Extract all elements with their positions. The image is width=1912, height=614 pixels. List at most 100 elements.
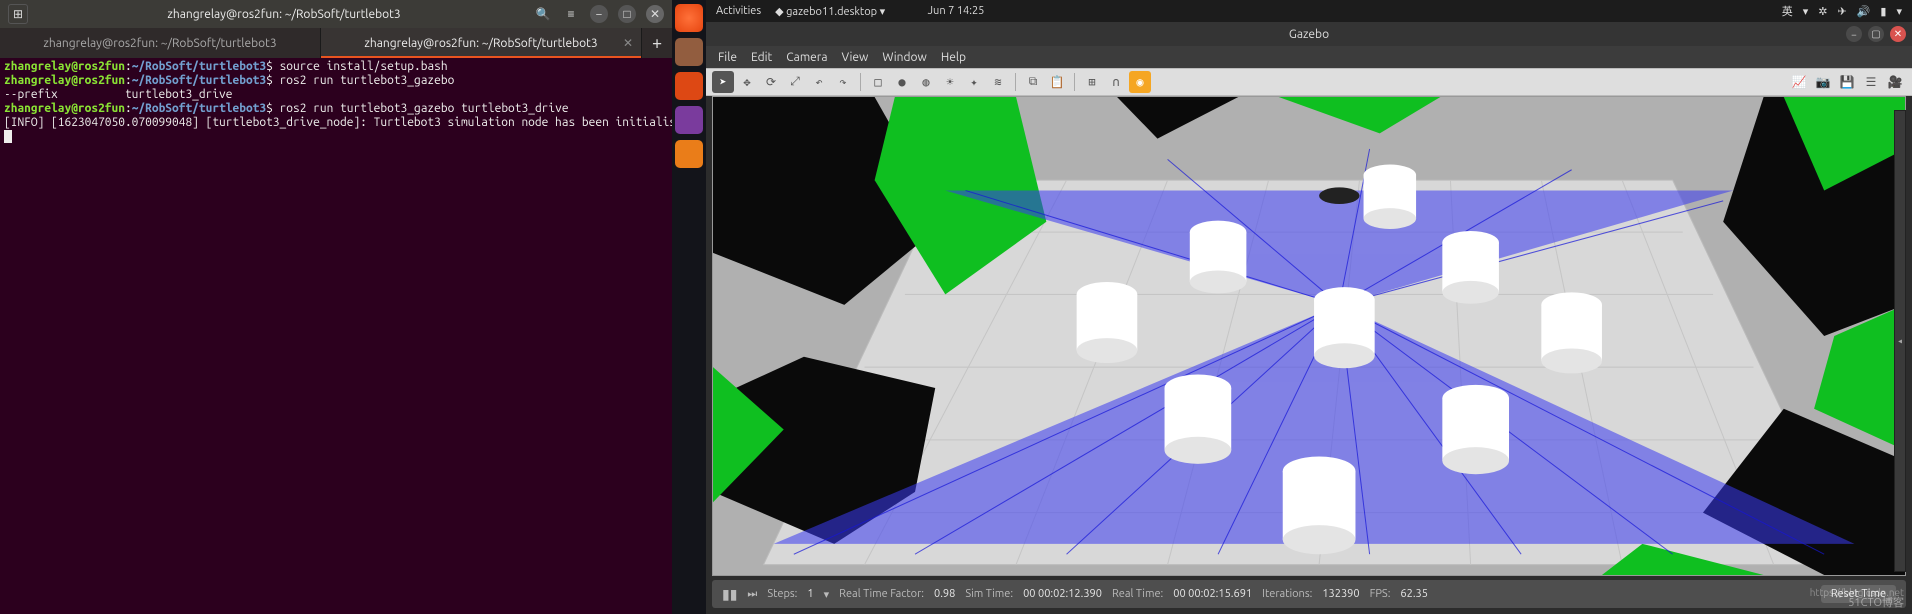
ubuntu-dock [672,0,706,614]
menu-file[interactable]: File [718,51,737,64]
close-button[interactable]: ✕ [646,5,664,23]
dock-help-icon[interactable] [675,106,703,134]
rtf-label: Real Time Factor: [839,588,924,600]
gz-maximize-button[interactable]: ▢ [1868,26,1884,42]
prompt-sep: : [125,60,132,73]
menu-caret-icon: ▾ [1803,5,1809,18]
maximize-button[interactable]: □ [618,5,636,23]
menu-edit[interactable]: Edit [751,51,772,64]
dock-files-icon[interactable] [675,38,703,66]
tool-plot-icon[interactable]: 📈 [1788,71,1810,93]
dock-firefox-icon[interactable] [675,4,703,32]
tool-redo-icon[interactable]: ↷ [832,71,854,93]
menu-view[interactable]: View [842,51,869,64]
tool-cylinder-icon[interactable]: ◍ [915,71,937,93]
completion-line: --prefix turtlebot3_drive [4,88,232,101]
tool-paste-icon[interactable]: 📋 [1046,71,1068,93]
tool-link-icon[interactable]: ∩ [1105,71,1127,93]
tool-undo-icon[interactable]: ↶ [808,71,830,93]
cursor [4,130,12,143]
power-caret-icon[interactable]: ▾ [1896,5,1902,18]
prompt-sep: : [125,74,132,87]
gz-close-button[interactable]: ✕ [1890,26,1906,42]
steps-caret-icon[interactable]: ▾ [824,588,830,601]
tool-snap-icon[interactable]: ⊞ [1081,71,1103,93]
steps-value: 1 [807,588,813,600]
minimize-button[interactable]: − [590,5,608,23]
menu-help[interactable]: Help [941,51,966,64]
add-tab-button[interactable]: + [642,28,672,58]
realtime-label: Real Time: [1112,588,1163,600]
gazebo-3d-view[interactable] [712,96,1906,576]
gazebo-title: Gazebo [1289,28,1329,41]
terminal-window: ⊞ zhangrelay@ros2fun: ~/RobSoft/turtlebo… [0,0,672,614]
prompt-path: ~/RobSoft/turtlebot3 [132,60,266,73]
menu-icon[interactable]: ≡ [562,5,580,23]
prompt-user: zhangrelay@ros2fun [4,74,125,87]
terminal-tab-1[interactable]: zhangrelay@ros2fun: ~/RobSoft/turtlebot3 [0,28,321,58]
prompt-path: ~/RobSoft/turtlebot3 [132,74,266,87]
network-icon[interactable]: ✈ [1838,5,1847,18]
app-menu[interactable]: ◆ gazebo11.desktop ▾ [775,5,885,18]
tool-translate-icon[interactable]: ✥ [736,71,758,93]
dock-amazon-icon[interactable] [675,140,703,168]
gz-minimize-button[interactable]: − [1846,26,1862,42]
dock-software-icon[interactable] [675,72,703,100]
right-panel-toggle[interactable]: ◂ [1894,110,1906,572]
activities-button[interactable]: Activities [716,5,761,17]
input-lang[interactable]: 英 [1782,3,1793,19]
output-line: [INFO] [1623047050.070099048] [turtlebot… [4,116,689,129]
tool-box-icon[interactable]: □ [867,71,889,93]
terminal-tab-2[interactable]: zhangrelay@ros2fun: ~/RobSoft/turtlebot3… [321,28,642,58]
a11y-icon[interactable]: ✲ [1818,5,1827,18]
tool-sphere-icon[interactable]: ● [891,71,913,93]
tool-scale-icon[interactable]: ⤢ [784,71,806,93]
command: ros2 run turtlebot3_gazebo turtlebot3_dr… [280,102,569,115]
pause-button[interactable]: ▮▮ [722,586,737,603]
watermark: 51CTO博客 [1848,594,1904,610]
terminal-tab-label: zhangrelay@ros2fun: ~/RobSoft/turtlebot3 [364,37,597,50]
prompt-sym: $ [266,102,273,115]
new-tab-button[interactable]: ⊞ [8,4,28,24]
steps-label: Steps: [767,588,797,600]
tool-light-dir-icon[interactable]: ≋ [987,71,1009,93]
step-button[interactable]: ⏭ [747,588,757,601]
terminal-body[interactable]: zhangrelay@ros2fun:~/RobSoft/turtlebot3$… [0,58,672,614]
tool-camera-icon[interactable]: 📷 [1812,71,1834,93]
prompt-user: zhangrelay@ros2fun [4,102,125,115]
simtime-label: Sim Time: [965,588,1013,600]
tool-light-point-icon[interactable]: ☀ [939,71,961,93]
close-tab-icon[interactable]: ✕ [623,36,633,50]
terminal-titlebar: ⊞ zhangrelay@ros2fun: ~/RobSoft/turtlebo… [0,0,672,28]
tool-light-spot-icon[interactable]: ✦ [963,71,985,93]
tool-save-icon[interactable]: 💾 [1836,71,1858,93]
iterations-label: Iterations: [1262,588,1312,600]
volume-icon[interactable]: 🔊 [1857,5,1871,18]
gazebo-toolbar: ➤ ✥ ⟳ ⤢ ↶ ↷ □ ● ◍ ☀ ✦ ≋ ⧉ 📋 ⊞ ∩ ◉ 📈 📷 💾 … [706,68,1912,96]
toolbar-sep [860,73,861,91]
toolbar-sep [1074,73,1075,91]
prompt-sym: $ [266,60,273,73]
tool-rotate-icon[interactable]: ⟳ [760,71,782,93]
terminal-tab-label: zhangrelay@ros2fun: ~/RobSoft/turtlebot3 [43,37,276,50]
gazebo-statusbar: ▮▮ ⏭ Steps: 1 ▾ Real Time Factor: 0.98 S… [712,580,1906,608]
tool-select-icon[interactable]: ➤ [712,71,734,93]
rtf-value: 0.98 [934,588,955,600]
system-tray: 英 ▾ ✲ ✈ 🔊 ▮ ▾ [1782,3,1902,19]
tool-copy-icon[interactable]: ⧉ [1022,71,1044,93]
gnome-top-bar: Activities ◆ gazebo11.desktop ▾ Jun 7 14… [706,0,1912,22]
menu-window[interactable]: Window [882,51,926,64]
menu-camera[interactable]: Camera [786,51,827,64]
command: ros2 run turtlebot3_gazebo [280,74,455,87]
gazebo-menubar: File Edit Camera View Window Help [706,46,1912,68]
search-icon[interactable]: 🔍 [534,5,552,23]
tool-log-icon[interactable]: ☰ [1860,71,1882,93]
prompt-sep: : [125,102,132,115]
tool-video-icon[interactable]: 🎥 [1884,71,1906,93]
iterations-value: 132390 [1322,588,1359,600]
prompt-path: ~/RobSoft/turtlebot3 [132,102,266,115]
gazebo-desktop: Activities ◆ gazebo11.desktop ▾ Jun 7 14… [706,0,1912,614]
clock[interactable]: Jun 7 14:25 [928,5,985,17]
battery-icon[interactable]: ▮ [1880,5,1886,18]
tool-record-icon[interactable]: ◉ [1129,71,1151,93]
